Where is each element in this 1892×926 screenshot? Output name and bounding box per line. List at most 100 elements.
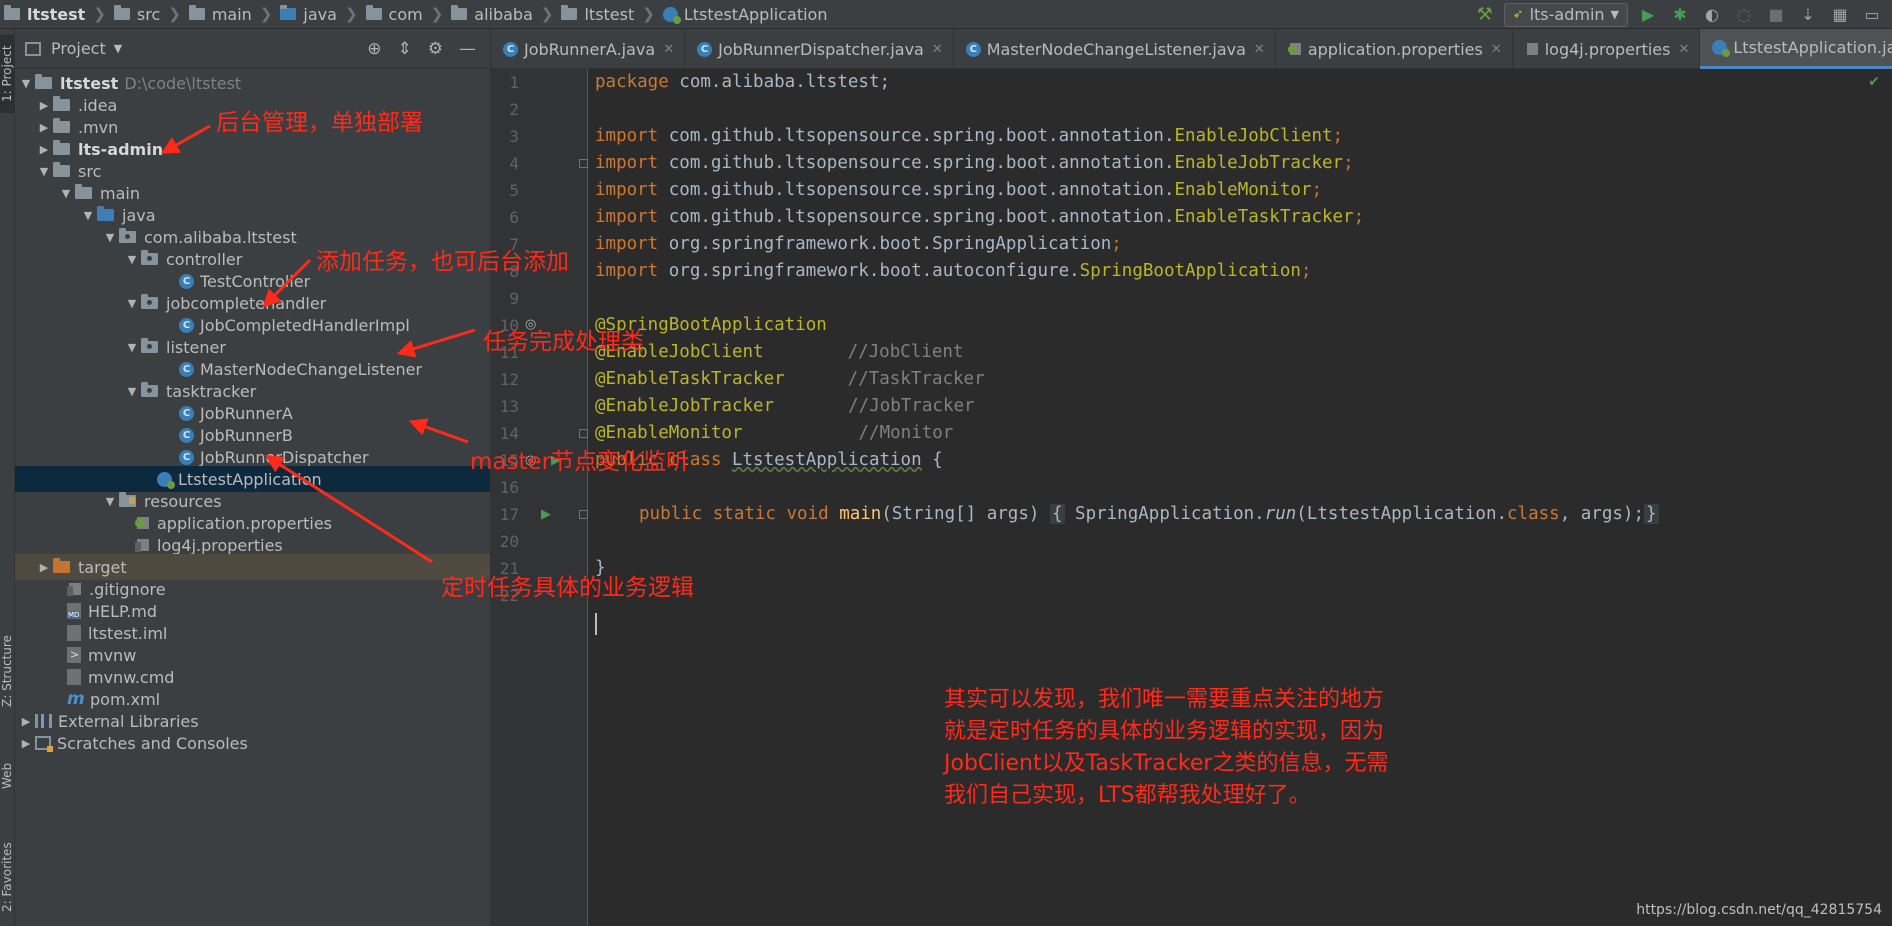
close-icon[interactable]: ✕ bbox=[1678, 42, 1689, 57]
project-structure-icon[interactable]: ▦ bbox=[1828, 3, 1852, 27]
tool-tab-project[interactable]: 1: Project bbox=[0, 35, 15, 113]
profile-icon[interactable]: ◌ bbox=[1732, 3, 1756, 27]
stop-icon[interactable]: ■ bbox=[1764, 3, 1788, 27]
chevron-right-icon[interactable]: ▶ bbox=[35, 99, 53, 112]
chevron-down-icon[interactable]: ▼ bbox=[57, 187, 75, 200]
chevron-right-icon: ❯ bbox=[344, 5, 358, 23]
class-icon: C bbox=[179, 449, 194, 465]
coverage-icon[interactable]: ◐ bbox=[1700, 3, 1724, 27]
layout-icon[interactable]: ▭ bbox=[1860, 3, 1884, 27]
tool-tab-web[interactable]: Web bbox=[0, 751, 15, 801]
folder-icon bbox=[561, 5, 578, 20]
gear-icon[interactable]: ⚙ bbox=[428, 39, 443, 59]
breadcrumb-main[interactable]: main ❯ bbox=[185, 0, 277, 29]
debug-icon[interactable]: ✱ bbox=[1668, 3, 1692, 27]
summary-line: 其实可以发现，我们唯一需要重点关注的地方 bbox=[944, 687, 1385, 712]
tab-log4j-properties[interactable]: log4j.properties ✕ bbox=[1513, 29, 1701, 69]
cmd-file-icon bbox=[67, 669, 81, 685]
watermark: https://blog.csdn.net/qq_42815754 bbox=[1636, 902, 1882, 918]
line-number: 1 bbox=[509, 73, 519, 92]
tab-jobrunnera[interactable]: C JobRunnerA.java ✕ bbox=[491, 29, 686, 69]
breadcrumb-src[interactable]: src ❯ bbox=[110, 0, 185, 29]
scratches-icon bbox=[35, 736, 53, 752]
run-toolbar: ⚒ ➶ lts-admin ▼ ▶ ✱ ◐ ◌ ■ ⇣ ▦ ▭ bbox=[1474, 0, 1892, 29]
close-icon[interactable]: ✕ bbox=[663, 42, 674, 57]
chevron-down-icon[interactable]: ▼ bbox=[17, 77, 35, 90]
chevron-down-icon[interactable]: ▼ bbox=[123, 341, 141, 354]
chevron-down-icon[interactable]: ▼ bbox=[79, 209, 97, 222]
chevron-right-icon[interactable]: ▶ bbox=[17, 737, 35, 750]
chevron-down-icon[interactable]: ▼ bbox=[101, 495, 119, 508]
line-number: 17 bbox=[499, 505, 519, 524]
breadcrumb-com[interactable]: com ❯ bbox=[362, 0, 448, 29]
chevron-down-icon[interactable]: ▼ bbox=[123, 297, 141, 310]
chevron-down-icon[interactable]: ▼ bbox=[123, 253, 141, 266]
maven-icon: m bbox=[67, 689, 85, 709]
chevron-right-icon: ❯ bbox=[642, 5, 655, 23]
chevron-right-icon[interactable]: ▶ bbox=[17, 715, 35, 728]
run-gutter-icon[interactable]: ▶ bbox=[541, 507, 551, 522]
code-line: import com.github.ltsopensource.spring.b… bbox=[595, 153, 1354, 173]
annotation-controller: 添加任务，也可后台添加 bbox=[316, 249, 569, 275]
editor-gutter: 1 2 3 4 5 6 7 8 9 10 11 12 13 14 15 16 1… bbox=[491, 69, 588, 926]
breadcrumb-java[interactable]: java ❯ bbox=[276, 0, 361, 29]
fold-marker[interactable] bbox=[579, 510, 588, 519]
collapse-all-icon[interactable]: ⇕ bbox=[398, 39, 412, 59]
chevron-right-icon[interactable]: ▶ bbox=[35, 121, 53, 134]
chevron-right-icon[interactable]: ▶ bbox=[35, 561, 53, 574]
update-project-icon[interactable]: ⇣ bbox=[1796, 3, 1820, 27]
package-icon bbox=[141, 338, 158, 353]
chevron-down-icon[interactable]: ▼ bbox=[114, 42, 122, 55]
chevron-down-icon[interactable]: ▼ bbox=[35, 165, 53, 178]
tab-ltstestapplication[interactable]: LtstestApplication.java✕ bbox=[1700, 29, 1892, 69]
folder-icon bbox=[113, 5, 130, 20]
close-icon[interactable]: ✕ bbox=[1491, 42, 1502, 57]
text-caret bbox=[595, 613, 597, 635]
excluded-folder-icon bbox=[53, 558, 70, 573]
spring-properties-icon bbox=[1287, 42, 1302, 56]
breadcrumb-alibaba[interactable]: alibaba ❯ bbox=[447, 0, 557, 29]
tab-application-properties[interactable]: application.properties ✕ bbox=[1276, 29, 1513, 69]
folder-icon bbox=[4, 5, 20, 20]
spring-properties-icon bbox=[135, 515, 151, 531]
properties-file-icon bbox=[135, 537, 151, 553]
run-configuration-select[interactable]: ➶ lts-admin ▼ bbox=[1503, 2, 1628, 27]
locate-icon[interactable]: ⊕ bbox=[367, 39, 381, 59]
editor-tab-bar: C JobRunnerA.java ✕ C JobRunnerDispatcher.j… bbox=[491, 29, 1892, 69]
tool-tab-favorites[interactable]: 2: Favorites bbox=[0, 827, 15, 926]
tool-tab-structure[interactable]: Z: Structure bbox=[0, 626, 15, 716]
chevron-down-icon[interactable]: ▼ bbox=[123, 385, 141, 398]
close-icon[interactable]: ✕ bbox=[932, 42, 943, 57]
line-number: 14 bbox=[499, 424, 519, 443]
library-icon bbox=[35, 714, 52, 728]
breadcrumb-ltstest-pkg[interactable]: ltstest ❯ bbox=[557, 0, 658, 29]
folder-icon bbox=[451, 5, 468, 20]
class-icon: C bbox=[697, 41, 713, 57]
code-line: package com.alibaba.ltstest; bbox=[595, 72, 891, 92]
tree-item-scratches-and-consoles[interactable]: ▶ Scratches and Consoles bbox=[15, 730, 490, 756]
class-icon: C bbox=[503, 41, 518, 57]
tab-masternodechangelistener[interactable]: C MasterNodeChangeListener.java ✕ bbox=[954, 29, 1276, 69]
chevron-right-icon[interactable]: ▶ bbox=[35, 143, 53, 156]
annotation-tasktracker: 定时任务具体的业务逻辑 bbox=[441, 575, 694, 601]
chevron-down-icon[interactable]: ▼ bbox=[101, 231, 119, 244]
project-panel: Project ▼ ⊕ ⇕ ⚙ — ▼ ltstest D:\code\ltstes… bbox=[15, 29, 490, 926]
properties-file-icon bbox=[1525, 42, 1539, 56]
fold-marker[interactable] bbox=[579, 159, 588, 168]
shell-file-icon bbox=[67, 647, 81, 663]
folder-icon bbox=[53, 118, 70, 133]
project-panel-title[interactable]: Project bbox=[51, 39, 106, 58]
line-number: 16 bbox=[499, 478, 519, 497]
close-icon[interactable]: ✕ bbox=[1254, 42, 1265, 57]
class-icon: C bbox=[179, 317, 194, 333]
folder-icon bbox=[280, 5, 297, 20]
hide-icon[interactable]: — bbox=[459, 39, 476, 59]
summary-line: 就是定时任务的具体的业务逻辑的实现，因为 bbox=[944, 719, 1385, 744]
gitignore-file-icon bbox=[67, 581, 83, 597]
tab-jobrunnerdispatcher[interactable]: C JobRunnerDispatcher.java ✕ bbox=[685, 29, 954, 69]
breadcrumb-ltstest[interactable]: ltstest ❯ bbox=[0, 0, 110, 29]
run-icon[interactable]: ▶ bbox=[1636, 3, 1660, 27]
breadcrumb-ltstestapplication[interactable]: LtstestApplication bbox=[659, 0, 832, 29]
fold-marker[interactable] bbox=[579, 429, 588, 438]
build-hammer-icon[interactable]: ⚒ bbox=[1474, 4, 1496, 26]
